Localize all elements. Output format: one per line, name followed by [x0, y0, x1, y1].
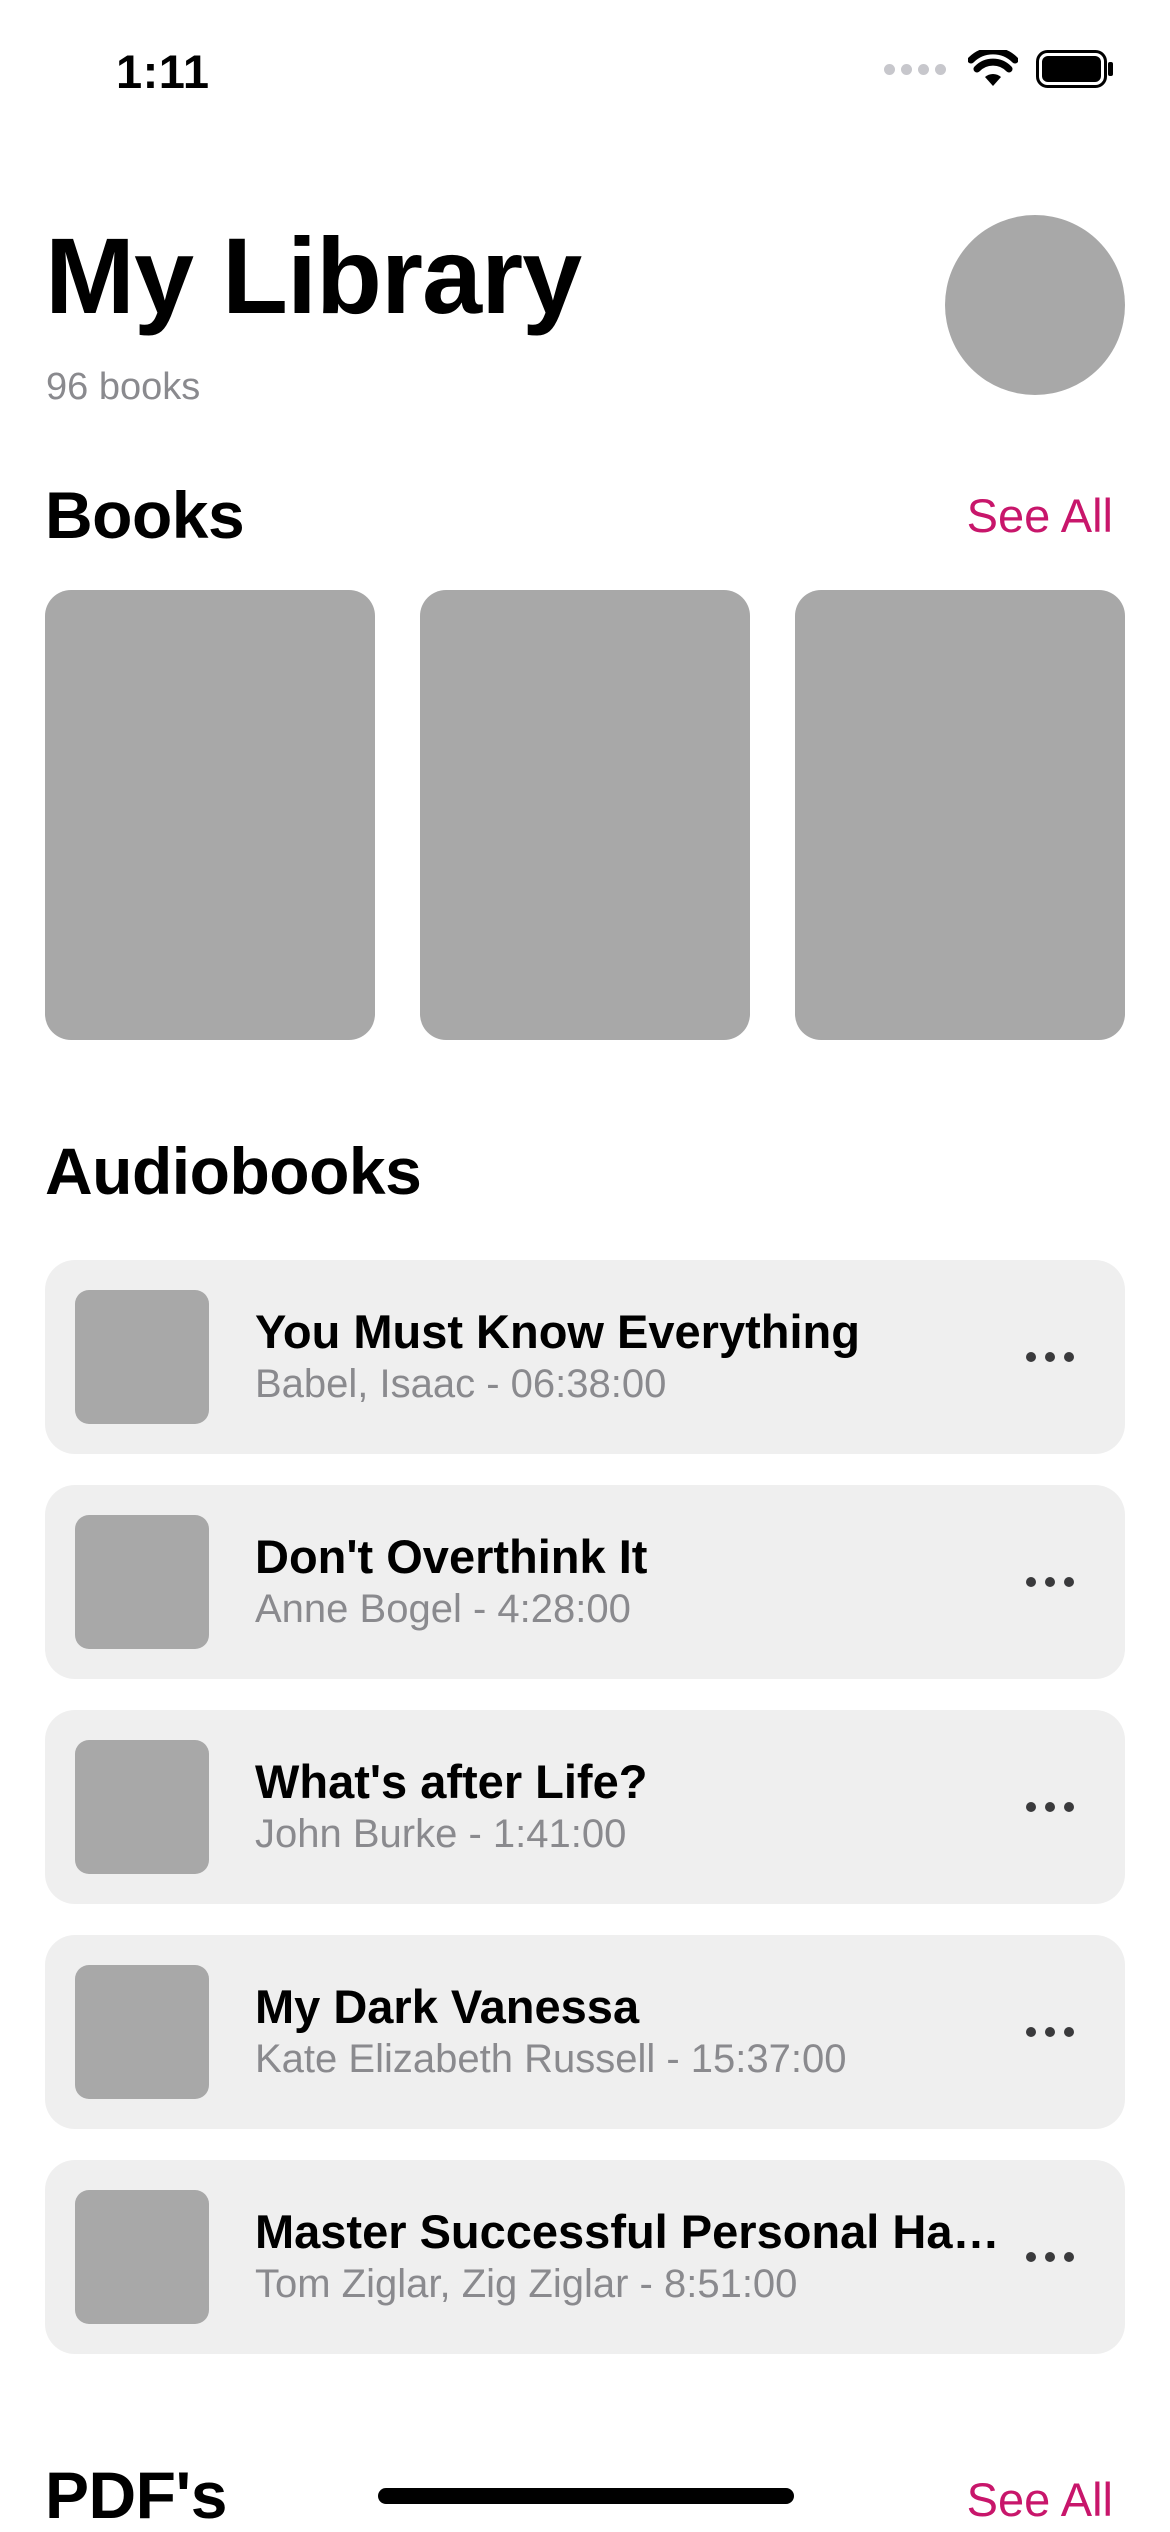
audiobooks-section-title: Audiobooks	[45, 1134, 422, 1208]
status-icons	[884, 50, 1114, 88]
audiobook-title: Master Successful Personal Habits	[255, 2205, 1025, 2258]
audiobook-row[interactable]: Master Successful Personal Habits Tom Zi…	[45, 2160, 1125, 2354]
audiobook-title: My Dark Vanessa	[255, 1980, 640, 2033]
audiobook-thumbnail	[75, 1740, 209, 1874]
pdfs-see-all-link[interactable]: See All	[967, 2476, 1113, 2523]
more-icon[interactable]	[1015, 1557, 1085, 1607]
audiobook-thumbnail	[75, 1965, 209, 2099]
audiobook-thumbnail	[75, 1290, 209, 1424]
more-icon[interactable]	[1015, 1332, 1085, 1382]
audiobook-row[interactable]: You Must Know Everything Babel, Isaac - …	[45, 1260, 1125, 1454]
library-screen: 1:11 My Library 96 books Books See All A…	[0, 0, 1170, 2532]
audiobook-title: What's after Life?	[255, 1755, 648, 1808]
audiobook-thumbnail	[75, 1515, 209, 1649]
audiobook-row[interactable]: My Dark Vanessa Kate Elizabeth Russell -…	[45, 1935, 1125, 2129]
battery-icon	[1036, 50, 1113, 88]
status-time: 1:11	[116, 45, 210, 98]
more-icon[interactable]	[1015, 1782, 1085, 1832]
audiobook-row[interactable]: What's after Life? John Burke - 1:41:00	[45, 1710, 1125, 1904]
books-see-all-link[interactable]: See All	[967, 492, 1113, 539]
book-count: 96 books	[46, 366, 201, 408]
audiobook-title: You Must Know Everything	[255, 1305, 860, 1358]
book-cover[interactable]	[795, 590, 1125, 1040]
more-icon[interactable]	[1015, 2232, 1085, 2282]
more-icon[interactable]	[1015, 2007, 1085, 2057]
signal-icon	[884, 63, 946, 75]
audiobook-meta: Tom Ziglar, Zig Ziglar - 8:51:00	[255, 2262, 798, 2306]
book-cover[interactable]	[45, 590, 375, 1040]
avatar[interactable]	[945, 215, 1125, 395]
wifi-icon	[968, 50, 1018, 86]
page-title: My Library	[45, 215, 582, 336]
books-section-title: Books	[45, 478, 245, 552]
book-cover[interactable]	[420, 590, 750, 1040]
audiobook-row[interactable]: Don't Overthink It Anne Bogel - 4:28:00	[45, 1485, 1125, 1679]
home-indicator[interactable]	[378, 2488, 794, 2504]
audiobook-thumbnail	[75, 2190, 209, 2324]
audiobook-meta: Anne Bogel - 4:28:00	[255, 1587, 631, 1631]
audiobook-title: Don't Overthink It	[255, 1530, 648, 1583]
audiobook-meta: Babel, Isaac - 06:38:00	[255, 1362, 667, 1406]
audiobook-meta: John Burke - 1:41:00	[255, 1812, 627, 1856]
audiobook-meta: Kate Elizabeth Russell - 15:37:00	[255, 2037, 847, 2081]
pdfs-section-title: PDF's	[45, 2458, 227, 2532]
